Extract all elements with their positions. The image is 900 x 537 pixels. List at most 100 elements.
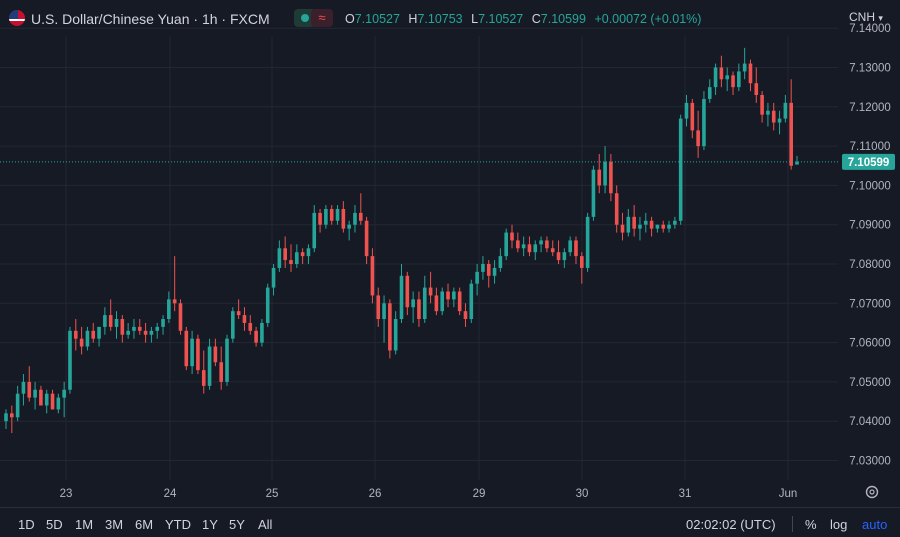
candle xyxy=(68,326,72,394)
candle xyxy=(655,224,660,233)
candle-body xyxy=(684,102,689,119)
candle-body xyxy=(201,370,206,386)
candle xyxy=(719,55,724,88)
candle xyxy=(27,366,32,402)
candle xyxy=(678,114,683,225)
log-toggle[interactable]: log xyxy=(830,517,847,532)
candle-body xyxy=(370,256,375,296)
range-ytd-button[interactable]: YTD xyxy=(165,517,191,532)
candle-body xyxy=(85,330,90,347)
candle xyxy=(498,248,503,272)
candle xyxy=(434,287,439,316)
price-chart[interactable]: 7.03000 7.04000 7.05000 7.06000 7.07000 7.080… xyxy=(0,0,900,508)
candle-body xyxy=(731,75,735,88)
candle-body xyxy=(411,299,415,308)
candle-body xyxy=(137,326,142,331)
candle xyxy=(742,47,747,80)
candle-body xyxy=(114,319,119,327)
candle-body xyxy=(463,311,468,320)
time-axis[interactable]: 23 24 25 26 29 30 31 Jun xyxy=(60,488,798,500)
candle xyxy=(335,205,340,225)
price-tick-label: 7.13000 xyxy=(849,63,891,75)
candle-body xyxy=(225,338,229,382)
candle xyxy=(155,322,160,339)
candle-body xyxy=(766,110,770,115)
range-6m-button[interactable]: 6M xyxy=(135,517,153,532)
candle-body xyxy=(295,252,299,264)
candle xyxy=(33,381,37,410)
candle xyxy=(114,311,119,339)
candle xyxy=(149,326,154,343)
candle xyxy=(638,216,642,241)
time-tick-label: Jun xyxy=(779,488,798,500)
candle-body xyxy=(382,303,386,320)
candle xyxy=(649,216,654,237)
price-axis[interactable]: 7.03000 7.04000 7.05000 7.06000 7.07000 7.080… xyxy=(849,23,891,467)
candle xyxy=(329,205,334,225)
settings-gear-icon[interactable] xyxy=(865,485,879,499)
candle-body xyxy=(422,287,427,320)
range-all-button[interactable]: All xyxy=(258,517,272,532)
candle-body xyxy=(696,130,700,147)
candle xyxy=(231,307,235,343)
candle xyxy=(370,248,375,304)
candle-body xyxy=(44,393,49,406)
candle xyxy=(777,110,782,135)
candle-body xyxy=(79,338,84,347)
candle-body xyxy=(358,212,363,221)
candle-body xyxy=(388,303,392,351)
auto-toggle[interactable]: auto xyxy=(862,517,887,532)
range-5d-button[interactable]: 5D xyxy=(46,517,63,532)
candle xyxy=(318,208,322,233)
range-5y-button[interactable]: 5Y xyxy=(229,517,245,532)
candle-body xyxy=(673,220,677,225)
candle xyxy=(609,153,613,202)
time-tick-label: 24 xyxy=(164,488,177,500)
candle xyxy=(632,205,636,237)
candle-body xyxy=(742,63,747,72)
candle xyxy=(300,248,305,264)
candle-body xyxy=(393,319,398,351)
range-1d-button[interactable]: 1D xyxy=(18,517,35,532)
candle-body xyxy=(196,338,200,371)
candle-body xyxy=(248,322,253,331)
candle-body xyxy=(737,71,741,88)
candle xyxy=(376,287,381,327)
candle-body xyxy=(457,291,462,312)
candle xyxy=(50,389,55,410)
utc-clock[interactable]: 02:02:02 (UTC) xyxy=(686,517,776,532)
candle-body xyxy=(260,322,264,343)
chart-footer: 1D 5D 1M 3M 6M YTD 1Y 5Y All 02:02:02 (U… xyxy=(0,508,900,537)
candle xyxy=(486,260,491,288)
candle xyxy=(382,295,386,343)
price-tick-label: 7.12000 xyxy=(849,102,891,114)
candle xyxy=(132,319,136,339)
range-1m-button[interactable]: 1M xyxy=(75,517,93,532)
candle xyxy=(411,291,415,323)
price-tick-label: 7.08000 xyxy=(849,259,891,271)
candle xyxy=(283,236,287,268)
candle xyxy=(388,299,392,359)
candle xyxy=(457,287,462,316)
candle xyxy=(358,193,363,225)
candle-body xyxy=(719,67,724,80)
range-1y-button[interactable]: 1Y xyxy=(202,517,218,532)
percent-toggle[interactable]: % xyxy=(805,517,817,532)
candle xyxy=(579,252,584,284)
candle-body xyxy=(725,75,730,80)
candle-body xyxy=(521,244,526,249)
candle-body xyxy=(21,381,26,394)
candle xyxy=(428,271,433,304)
candle xyxy=(85,326,90,351)
candle-body xyxy=(713,67,718,88)
candle xyxy=(591,165,596,221)
candle-body xyxy=(492,267,497,276)
candle-body xyxy=(620,224,625,233)
candle-body xyxy=(97,326,101,339)
range-3m-button[interactable]: 3M xyxy=(105,517,123,532)
candle xyxy=(405,271,410,316)
candle xyxy=(219,346,224,390)
candle-body xyxy=(219,362,224,382)
candle xyxy=(574,236,578,264)
candle-body xyxy=(603,161,607,186)
